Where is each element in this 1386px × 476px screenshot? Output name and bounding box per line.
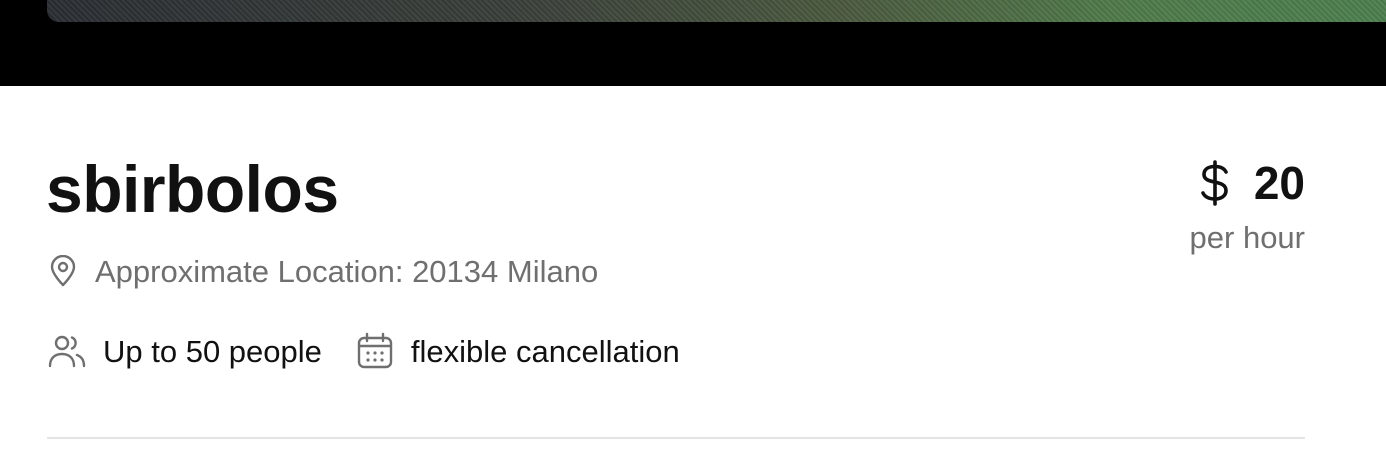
- cancellation-text: flexible cancellation: [410, 333, 680, 369]
- capacity-feature: Up to 50 people: [48, 332, 322, 370]
- capacity-text: Up to 50 people: [103, 333, 322, 369]
- cancellation-feature: flexible cancellation: [356, 332, 680, 370]
- price-block: 20 per hour: [1190, 158, 1305, 253]
- location-row: Approximate Location: 20134 Milano: [48, 254, 598, 288]
- features-row: Up to 50 people flexible cancellation: [48, 330, 680, 372]
- calendar-icon: [356, 332, 394, 370]
- users-icon: [48, 332, 86, 370]
- location-text: Approximate Location: 20134 Milano: [95, 253, 599, 289]
- map-pin-icon: [48, 254, 78, 287]
- dollar-icon: [1198, 160, 1232, 206]
- listing-title: sbirbolos: [46, 152, 339, 226]
- hero-band: [0, 0, 1386, 86]
- price-amount: 20: [1253, 157, 1305, 209]
- hero-image[interactable]: [47, 0, 1386, 22]
- divider: [47, 437, 1305, 439]
- price-line: 20: [1190, 158, 1305, 208]
- price-unit: per hour: [1189, 220, 1305, 255]
